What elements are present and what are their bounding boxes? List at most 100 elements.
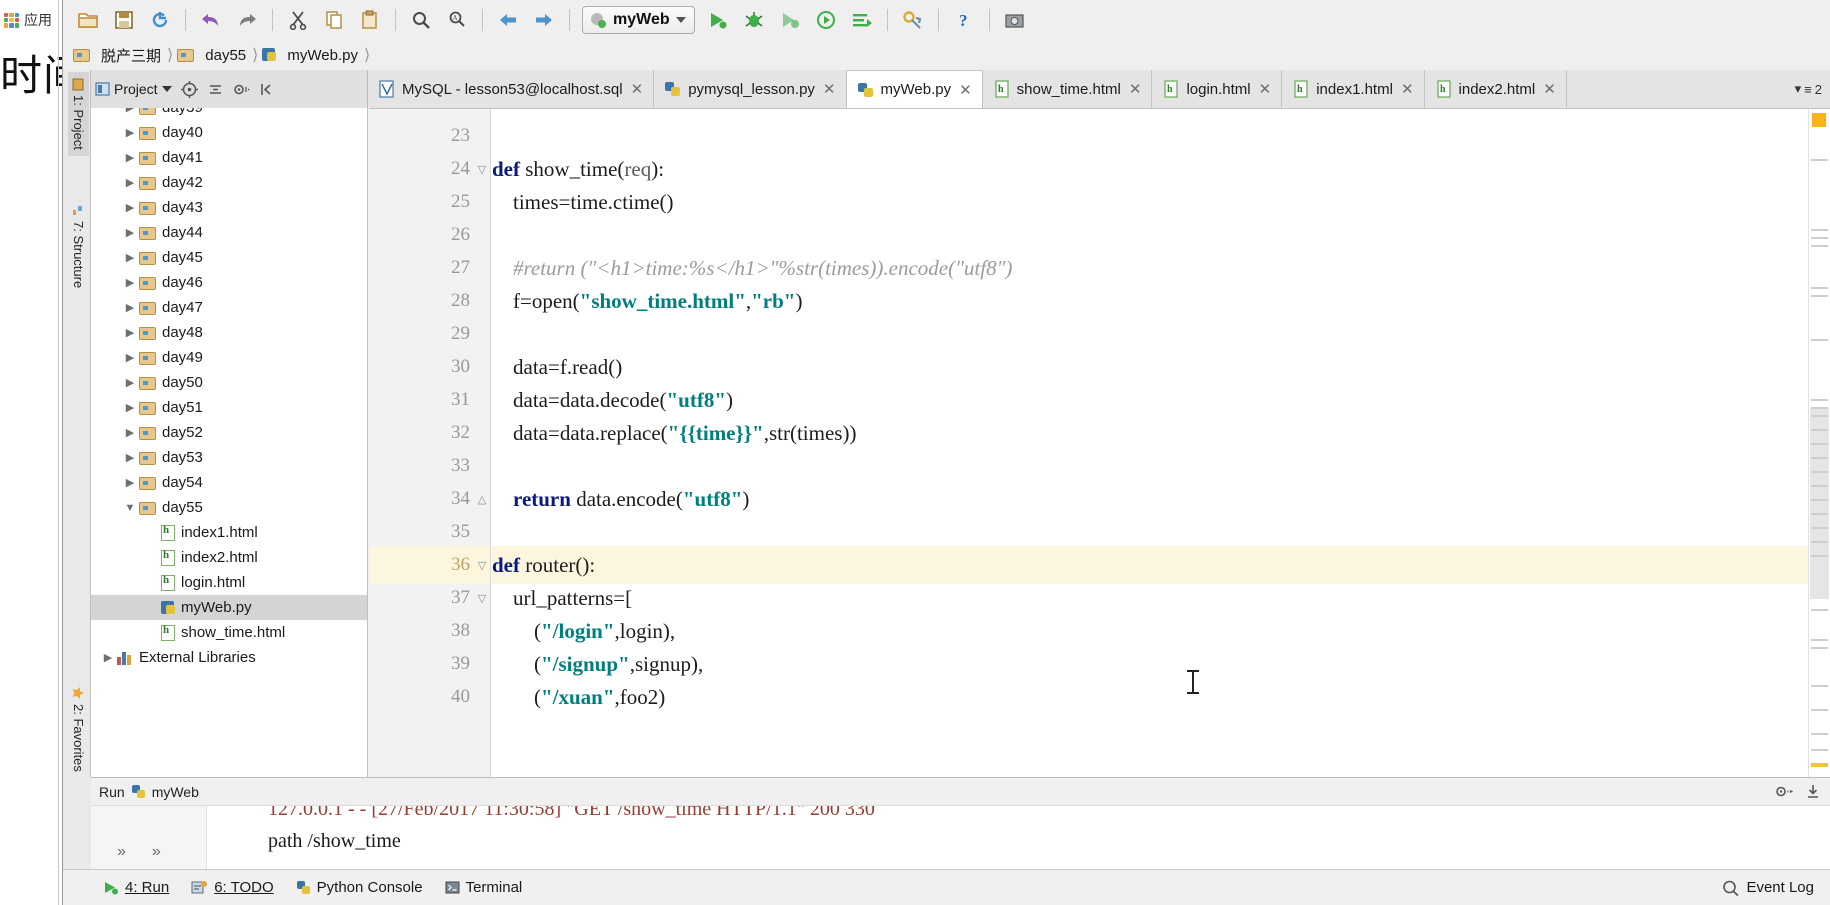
- editor-code-area[interactable]: def show_time(req): times=time.ctime() #…: [492, 109, 1808, 777]
- tree-node[interactable]: ▶ day54: [91, 470, 367, 495]
- tree-node-selected[interactable]: myWeb.py: [91, 595, 367, 620]
- close-icon[interactable]: ✕: [959, 81, 972, 99]
- fold-collapse-icon[interactable]: ▽: [474, 559, 490, 572]
- tree-node[interactable]: ▶ day44: [91, 220, 367, 245]
- chevron-right-icon[interactable]: ▶: [121, 326, 139, 339]
- status-bar-event-log[interactable]: Event Log: [1722, 879, 1814, 896]
- chevron-right-icon[interactable]: ▶: [121, 201, 139, 214]
- tree-node[interactable]: ▶ day48: [91, 320, 367, 345]
- editor-tab-login-html[interactable]: h login.html ✕: [1152, 70, 1283, 108]
- download-icon[interactable]: [1806, 784, 1820, 799]
- tree-node[interactable]: ▶ External Libraries: [91, 645, 367, 670]
- status-bar-item-run[interactable]: 4: Run: [103, 879, 169, 896]
- breadcrumb-item-project[interactable]: 脱产三期: [73, 45, 167, 66]
- chevron-right-icon[interactable]: ▶: [121, 376, 139, 389]
- chevron-right-icon[interactable]: ▶: [121, 301, 139, 314]
- fold-collapse-icon[interactable]: ▽: [474, 163, 490, 176]
- cut-icon[interactable]: [281, 4, 315, 36]
- screenshot-icon[interactable]: [998, 4, 1032, 36]
- chevron-right-icon[interactable]: ▶: [121, 401, 139, 414]
- status-bar-item-todo[interactable]: 6: TODO: [191, 879, 274, 896]
- status-bar-item-python-console[interactable]: Python Console: [296, 879, 423, 896]
- tree-node[interactable]: ▶ day49: [91, 345, 367, 370]
- close-icon[interactable]: ✕: [1129, 80, 1142, 98]
- chevron-right-icon[interactable]: ▶: [121, 108, 139, 114]
- chevron-down-icon[interactable]: ▼: [121, 502, 139, 514]
- tree-node[interactable]: ▶ day47: [91, 295, 367, 320]
- chevron-right-icon[interactable]: ▶: [121, 451, 139, 464]
- settings-icon[interactable]: [896, 4, 930, 36]
- tree-node[interactable]: ▶ day50: [91, 370, 367, 395]
- chevron-right-icon[interactable]: ▶: [121, 151, 139, 164]
- sync-refresh-icon[interactable]: [143, 4, 177, 36]
- close-icon[interactable]: ✕: [823, 80, 836, 98]
- chevron-right-icon[interactable]: ▶: [121, 476, 139, 489]
- chevron-down-icon[interactable]: [675, 17, 686, 23]
- tree-node[interactable]: ▶ day51: [91, 395, 367, 420]
- chevron-right-icon[interactable]: ▶: [121, 226, 139, 239]
- chevron-right-icon[interactable]: ▶: [121, 426, 139, 439]
- gutter-line[interactable]: 40: [369, 678, 490, 716]
- tree-node[interactable]: ▶ day45: [91, 245, 367, 270]
- tree-node[interactable]: login.html: [91, 570, 367, 595]
- hide-icon[interactable]: [256, 77, 280, 101]
- close-icon[interactable]: ✕: [1543, 80, 1556, 98]
- debug-icon[interactable]: [737, 4, 771, 36]
- tree-node[interactable]: ▶ day43: [91, 195, 367, 220]
- browser-bookmark-apps[interactable]: 应用: [4, 10, 52, 30]
- tree-node[interactable]: ▼ day55: [91, 495, 367, 520]
- tree-node[interactable]: ▶ day40: [91, 120, 367, 145]
- help-icon[interactable]: ?: [947, 4, 981, 36]
- editor-marker-bar[interactable]: [1808, 109, 1830, 777]
- run-gutter-mark[interactable]: »: [152, 843, 161, 861]
- chevron-right-icon[interactable]: ▶: [121, 251, 139, 264]
- project-tree[interactable]: ▶ day39 ▶ day40 ▶ day41 ▶ day42 ▶ day43 ▶ day44 ▶ day…: [91, 108, 368, 777]
- tree-node[interactable]: ▶ day39: [91, 108, 367, 120]
- gear-icon[interactable]: [1774, 784, 1794, 799]
- run-console-output[interactable]: 127.0.0.1 - - [27/Feb/2017 11:30:58] "GE…: [208, 806, 1830, 869]
- copy-icon[interactable]: [317, 4, 351, 36]
- chevron-right-icon[interactable]: ▶: [121, 176, 139, 189]
- run-configuration-selector[interactable]: myWeb: [582, 6, 695, 34]
- fold-end-icon[interactable]: △: [474, 493, 490, 506]
- chevron-right-icon[interactable]: ▶: [121, 276, 139, 289]
- tree-node[interactable]: show_time.html: [91, 620, 367, 645]
- tree-node[interactable]: ▶ day42: [91, 170, 367, 195]
- code-editor[interactable]: 23 24 ▽ 25 26 27 28 29 30 31 32 33 34 △ 35 36 ▽ 37 ▽ 38 39 40…: [369, 108, 1830, 777]
- chevron-down-icon[interactable]: ▾: [1795, 81, 1802, 97]
- paste-icon[interactable]: [353, 4, 387, 36]
- editor-gutter[interactable]: 23 24 ▽ 25 26 27 28 29 30 31 32 33 34 △ 35 36 ▽ 37 ▽ 38 39 40: [369, 109, 491, 777]
- editor-tab-index2-html[interactable]: h index2.html ✕: [1424, 70, 1567, 108]
- editor-tab-index1-html[interactable]: h index1.html ✕: [1282, 70, 1425, 108]
- redo-icon[interactable]: [230, 4, 264, 36]
- run-console-icon[interactable]: [845, 4, 879, 36]
- tool-window-tab-favorites[interactable]: 2: Favorites: [68, 680, 89, 778]
- editor-tab-pymysql-lesson-py[interactable]: pymysql_lesson.py ✕: [654, 70, 847, 108]
- tree-node[interactable]: index1.html: [91, 520, 367, 545]
- code-line[interactable]: ("/xuan",foo2): [492, 678, 1808, 716]
- close-icon[interactable]: ✕: [1401, 80, 1414, 98]
- run-gutter-mark[interactable]: »: [117, 843, 126, 861]
- tree-node[interactable]: index2.html: [91, 545, 367, 570]
- editor-tab-show-time-html[interactable]: h show_time.html ✕: [982, 70, 1153, 108]
- target-icon[interactable]: [178, 77, 202, 101]
- run-with-profiler-icon[interactable]: [809, 4, 843, 36]
- breadcrumb-item-file[interactable]: myWeb.py: [262, 47, 364, 64]
- breadcrumb-item-day55[interactable]: day55: [177, 47, 252, 64]
- inspection-status-indicator[interactable]: [1812, 113, 1826, 127]
- tree-node[interactable]: ▶ day41: [91, 145, 367, 170]
- chevron-right-icon[interactable]: ▶: [99, 651, 117, 664]
- tool-window-tab-structure[interactable]: 7: Structure: [68, 198, 89, 294]
- tree-node[interactable]: ▶ day46: [91, 270, 367, 295]
- find-icon[interactable]: [404, 4, 438, 36]
- chevron-right-icon[interactable]: ▶: [121, 351, 139, 364]
- tree-node[interactable]: ▶ day53: [91, 445, 367, 470]
- collapse-all-icon[interactable]: [204, 77, 228, 101]
- fold-collapse-icon[interactable]: ▽: [474, 592, 490, 605]
- chevron-down-icon[interactable]: [161, 86, 172, 92]
- forward-icon[interactable]: [527, 4, 561, 36]
- editor-scrollbar-thumb[interactable]: [1810, 409, 1829, 599]
- project-panel-title[interactable]: Project: [91, 81, 176, 97]
- tree-node[interactable]: ▶ day52: [91, 420, 367, 445]
- editor-tab-myweb-py[interactable]: myWeb.py ✕: [846, 70, 983, 108]
